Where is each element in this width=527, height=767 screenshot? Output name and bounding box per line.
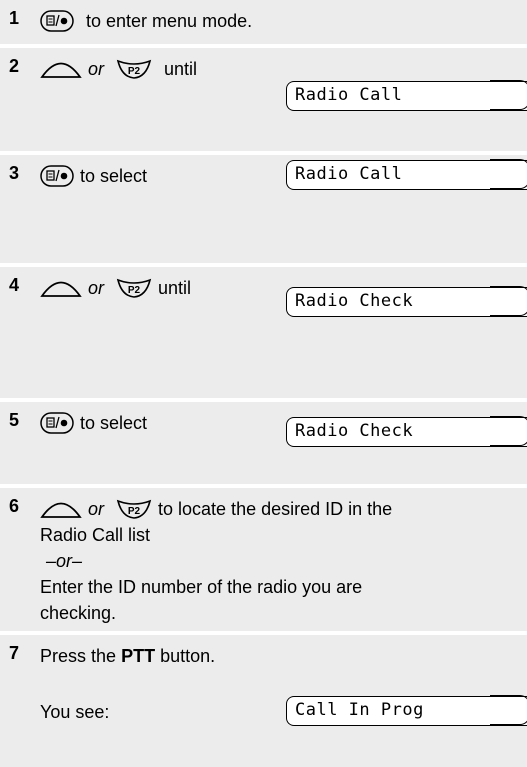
lcd-display: Radio Call [286, 80, 527, 111]
step-number: 1 [9, 8, 20, 28]
svg-text:P2: P2 [128, 66, 141, 77]
step-text: until [164, 59, 198, 79]
step-7: 7 Press the PTT button. You see: Call In… [0, 635, 527, 767]
step-text: to locate the desired ID in the [158, 499, 393, 519]
menu-select-key-icon [40, 10, 74, 32]
up-arrow-key-icon [40, 502, 82, 518]
p2-down-key-icon: P2 [116, 499, 152, 519]
or-separator: –or– [46, 551, 83, 571]
step-6: 6 or P2 to locate the desired ID in the … [0, 488, 527, 631]
or-label: or [88, 499, 105, 519]
lcd-display: Radio Call [286, 159, 527, 190]
p2-down-key-icon: P2 [116, 59, 152, 79]
p2-down-key-icon: P2 [116, 278, 152, 298]
ptt-label: PTT [121, 646, 156, 666]
step-2: 2 or P2 until Radio Call [0, 48, 527, 151]
step-number: 7 [9, 643, 20, 663]
step-1: 1 to enter menu mode. [0, 0, 527, 44]
up-arrow-key-icon [40, 62, 82, 78]
lcd-display: Call In Prog [286, 695, 527, 726]
step-text: to enter menu mode. [86, 11, 253, 31]
menu-select-key-icon [40, 412, 74, 434]
you-see-label: You see: [40, 702, 110, 722]
step-number: 2 [9, 56, 20, 76]
svg-text:P2: P2 [128, 285, 141, 296]
menu-select-key-icon [40, 165, 74, 187]
step-number: 4 [9, 275, 20, 295]
or-label: or [88, 278, 105, 298]
step-text: Enter the ID number of the radio you are [40, 577, 363, 597]
up-arrow-key-icon [40, 281, 82, 297]
step-5: 5 to select Radio Check [0, 402, 527, 484]
svg-text:P2: P2 [128, 506, 141, 517]
step-text: button. [160, 646, 216, 666]
step-text: checking. [40, 603, 117, 623]
step-text: to select [80, 166, 148, 186]
step-text: until [158, 278, 192, 298]
step-text: Press the [40, 646, 117, 666]
step-number: 5 [9, 410, 20, 430]
step-4: 4 or P2 until Radio Check [0, 267, 527, 398]
step-number: 3 [9, 163, 20, 183]
step-text: Radio Call list [40, 525, 151, 545]
lcd-display: Radio Check [286, 286, 527, 317]
step-text: to select [80, 413, 148, 433]
or-label: or [88, 59, 105, 79]
lcd-display: Radio Check [286, 416, 527, 447]
step-3: 3 to select Radio Call [0, 155, 527, 263]
step-number: 6 [9, 496, 20, 516]
